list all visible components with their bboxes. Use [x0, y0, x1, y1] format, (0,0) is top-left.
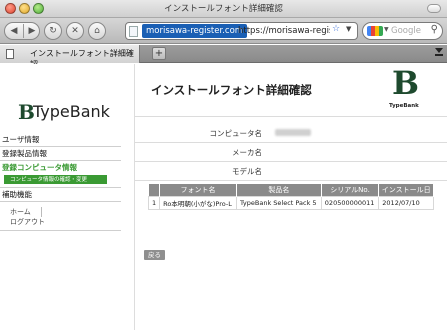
reload-icon[interactable]: ↻	[44, 22, 62, 40]
search-engine-dropdown-icon[interactable]: ▼	[384, 26, 389, 33]
search-engine-icon[interactable]	[367, 26, 383, 36]
tab-bar: インストールフォント詳細確認 +	[0, 45, 447, 69]
table-header-row: フォント名 製品名 シリアルNo. インストール日	[148, 184, 434, 196]
computer-name-row: コンピュータ名	[135, 124, 447, 143]
typebank-brand-logo: B TypeBank	[389, 64, 423, 114]
col-serial: シリアルNo.	[321, 184, 380, 196]
col-product-name: 製品名	[236, 184, 322, 196]
toolbar-toggle-icon[interactable]	[427, 4, 441, 13]
brand-name: TypeBank	[389, 103, 419, 109]
sidebar: B TypeBank ユーザ情報 登録製品情報 登録コンピュータ情報 コンピュー…	[0, 64, 121, 330]
back-button[interactable]: 戻る	[144, 250, 165, 260]
back-forward-group: ◀ ▶	[4, 22, 40, 40]
home-icon[interactable]: ⌂	[88, 22, 106, 40]
web-page: B TypeBank ユーザ情報 登録製品情報 登録コンピュータ情報 コンピュー…	[0, 64, 447, 330]
cell-serial: 020500000011	[320, 195, 380, 210]
sidebar-menu: ユーザ情報 登録製品情報 登録コンピュータ情報 コンピュータ情報の確認・変更 補…	[0, 133, 121, 231]
browser-toolbar: ◀ ▶ ↻ ✕ ⌂ morisawa-register.com https://…	[0, 18, 447, 44]
tab-list-icon[interactable]	[435, 48, 443, 53]
sidebar-subitem-computer-check[interactable]: コンピュータ情報の確認・変更	[4, 175, 107, 185]
brand-mark: B	[392, 64, 419, 102]
main-content: インストールフォント詳細確認 B TypeBank コンピュータ名 メーカ名 モ…	[134, 64, 447, 330]
tab-list-icon-bar	[435, 54, 443, 56]
tab-document-icon	[6, 49, 14, 59]
url-history-dropdown-icon[interactable]: ▼	[346, 25, 351, 33]
model-name-label: モデル名	[232, 167, 262, 176]
stop-icon[interactable]: ✕	[66, 22, 84, 40]
header-divider	[135, 116, 447, 117]
sidebar-item-registered-computers[interactable]: 登録コンピュータ情報	[0, 161, 121, 175]
maker-name-label: メーカ名	[232, 148, 262, 157]
page-favicon-icon	[129, 26, 138, 37]
site-identity-badge[interactable]: morisawa-register.com	[142, 24, 248, 38]
model-name-row: モデル名	[135, 162, 447, 181]
sidebar-item-user-info[interactable]: ユーザ情報	[0, 133, 121, 147]
installed-fonts-table: フォント名 製品名 シリアルNo. インストール日 1 Ro本明朝(小がな)Pr…	[147, 184, 434, 210]
sidebar-group-computers: 登録コンピュータ情報 コンピュータ情報の確認・変更	[0, 161, 121, 188]
logo-text: TypeBank	[33, 102, 110, 121]
cell-product-name: TypeBank Select Pack 5	[235, 195, 322, 210]
search-magnifier-icon[interactable]: ⚲	[431, 24, 438, 35]
search-box[interactable]: ▼ Google ⚲	[362, 22, 443, 40]
window-title: インストールフォント詳細確認	[164, 4, 283, 14]
cell-index: 1	[147, 195, 161, 210]
url-text[interactable]: https://morisawa-register.cc	[238, 25, 330, 38]
sidebar-item-support-functions[interactable]: 補助機能	[0, 188, 121, 202]
address-bar[interactable]: morisawa-register.com https://morisawa-r…	[125, 22, 358, 40]
window-titlebar: インストールフォント詳細確認	[0, 0, 447, 18]
col-font-name: フォント名	[159, 184, 237, 196]
sidebar-utility-links: ホーム ログアウト	[0, 202, 121, 231]
col-index	[148, 184, 161, 196]
forward-arrow-icon[interactable]: ▶	[23, 23, 41, 39]
search-placeholder: Google	[391, 26, 421, 36]
computer-name-label: コンピュータ名	[209, 129, 263, 138]
computer-name-value-redacted	[275, 129, 311, 136]
logout-link[interactable]: ログアウト	[10, 217, 121, 227]
logo-mark: B	[18, 100, 35, 124]
new-tab-button[interactable]: +	[152, 47, 166, 60]
bookmark-star-icon[interactable]: ☆	[332, 24, 340, 34]
home-link[interactable]: ホーム	[10, 207, 42, 217]
col-install-date: インストール日	[378, 184, 434, 196]
table-row: 1 Ro本明朝(小がな)Pro-L TypeBank Select Pack 5…	[147, 195, 434, 210]
page-title: インストールフォント詳細確認	[151, 83, 312, 97]
cell-install-date: 2012/07/10	[378, 195, 434, 210]
maker-name-row: メーカ名	[135, 143, 447, 162]
tab-active[interactable]: インストールフォント詳細確認	[0, 45, 140, 69]
back-arrow-icon[interactable]: ◀	[5, 23, 23, 39]
sidebar-item-registered-products[interactable]: 登録製品情報	[0, 147, 121, 161]
cell-font-name: Ro本明朝(小がな)Pro-L	[159, 195, 237, 210]
